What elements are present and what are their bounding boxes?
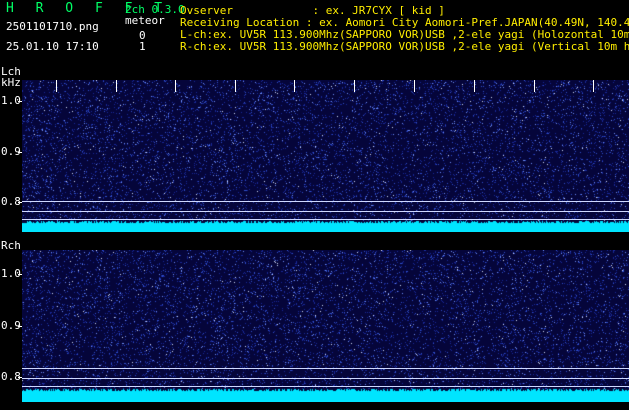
rch-label: Rch bbox=[1, 239, 21, 252]
filename-label: 2501101710.png bbox=[6, 20, 99, 33]
time-tick bbox=[294, 80, 295, 92]
hroft-window: H R O F F T 2ch 0.3.0 2501101710.png met… bbox=[0, 0, 629, 410]
rch-info-line: R-ch:ex. UV5R 113.900Mhz(SAPPORO VOR)USB… bbox=[180, 40, 629, 53]
time-tick bbox=[534, 80, 535, 92]
rch-ref-line bbox=[22, 386, 629, 387]
rch-meteor-count: 1 bbox=[139, 40, 146, 53]
datetime-label: 25.01.10 17:10 bbox=[6, 40, 99, 53]
lch-spectrogram bbox=[22, 80, 629, 232]
meteor-header-label: meteor bbox=[125, 14, 165, 27]
time-tick bbox=[175, 80, 176, 92]
time-tick bbox=[593, 80, 594, 92]
time-tick bbox=[474, 80, 475, 92]
lch-ref-line bbox=[22, 219, 629, 220]
rch-spectrogram bbox=[22, 250, 629, 402]
rch-ref-line bbox=[22, 378, 629, 379]
time-tick bbox=[414, 80, 415, 92]
rch-noise-canvas bbox=[22, 250, 629, 402]
time-tick bbox=[56, 80, 57, 92]
lch-ref-line bbox=[22, 201, 629, 202]
time-tick bbox=[354, 80, 355, 92]
lch-noise-canvas bbox=[22, 80, 629, 232]
khz-unit-label: kHz bbox=[1, 76, 21, 89]
time-tick bbox=[235, 80, 236, 92]
lch-ref-line bbox=[22, 211, 629, 212]
rch-ref-line bbox=[22, 368, 629, 369]
time-tick bbox=[116, 80, 117, 92]
